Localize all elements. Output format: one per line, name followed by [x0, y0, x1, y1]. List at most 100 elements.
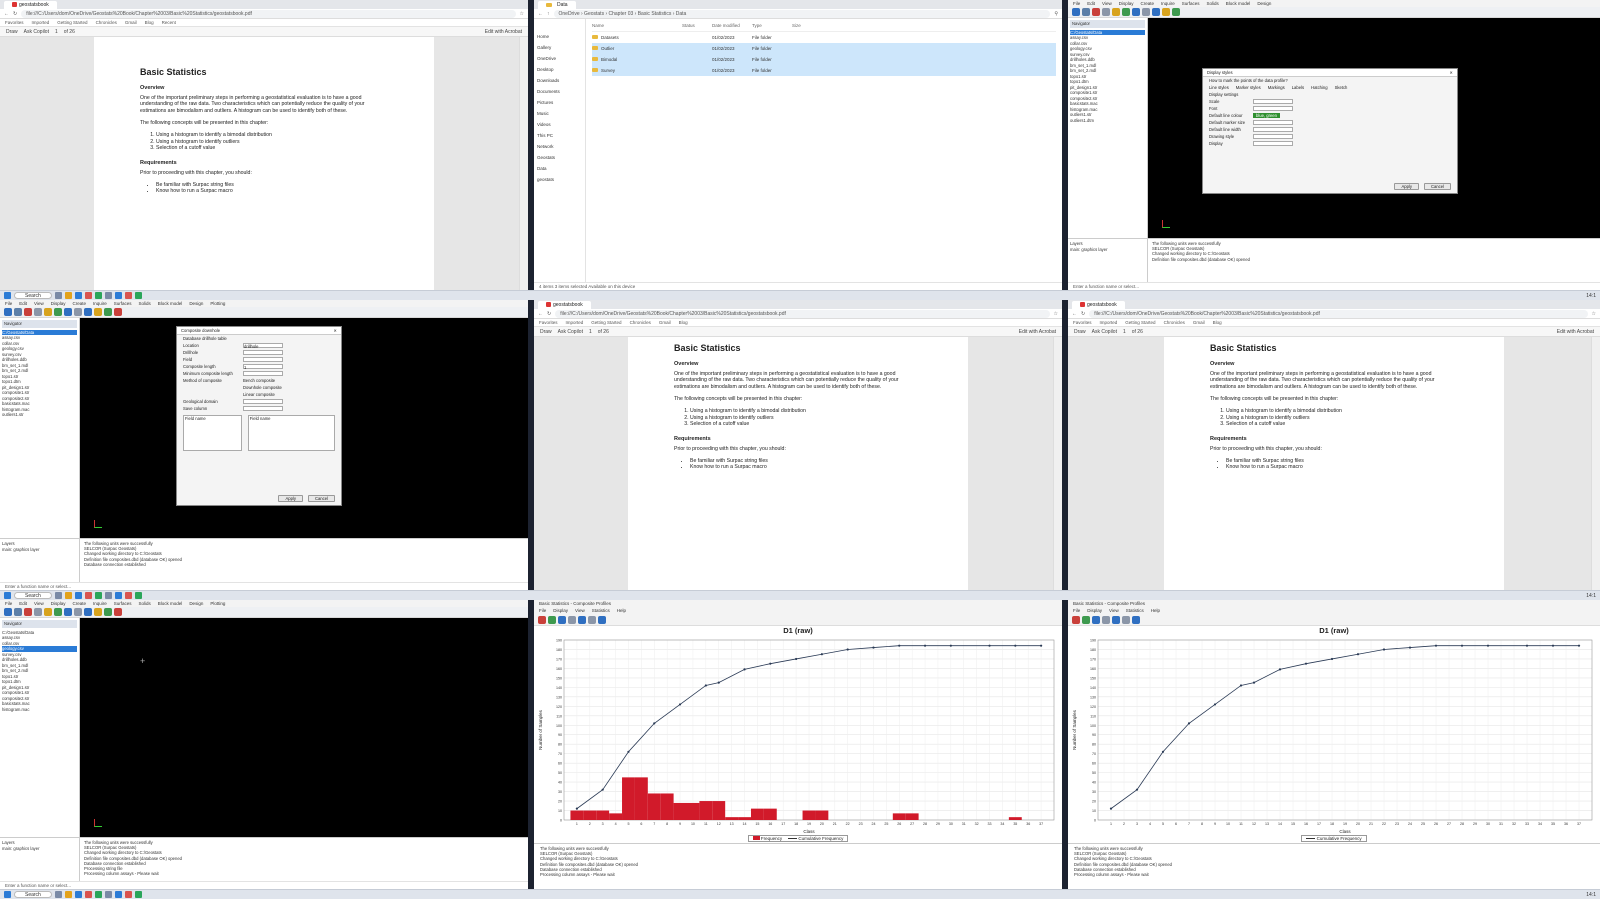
menu-item[interactable]: Plotting — [210, 601, 225, 606]
app-icon[interactable] — [134, 891, 142, 898]
menu-item[interactable]: View — [575, 608, 585, 613]
cumulative-plot-area[interactable]: 0 10 20 30 40 50 60 70 80 90 100 110 120 130 140 150 160… — [1068, 636, 1600, 834]
tree-item[interactable]: outliers1.str — [2, 412, 77, 418]
menu-item[interactable]: Display — [51, 601, 66, 606]
copilot-button[interactable]: Ask Copilot — [558, 329, 583, 335]
menu-item[interactable]: File — [1073, 1, 1080, 6]
favorite-item[interactable]: Recent — [162, 20, 176, 25]
excel-icon[interactable] — [94, 891, 102, 898]
folder-icon[interactable] — [64, 891, 72, 898]
close-icon[interactable] — [1092, 8, 1100, 16]
app-icon[interactable] — [54, 891, 62, 898]
nav-item[interactable]: Geostats — [537, 152, 582, 163]
draw-icon[interactable] — [94, 608, 102, 616]
nav-item[interactable]: geostats — [537, 174, 582, 185]
display-input[interactable] — [1253, 141, 1293, 146]
favorite-item[interactable]: Getting Started — [1125, 320, 1155, 325]
browser-icon[interactable] — [74, 592, 82, 599]
graphics-viewport[interactable]: Composite downhole ✕ Database drillhole t… — [80, 318, 528, 538]
favorite-item[interactable]: Favorites — [539, 320, 558, 325]
dialog-tab[interactable]: Labels — [1292, 85, 1304, 90]
chart-icon[interactable] — [1092, 616, 1100, 624]
app-icon[interactable] — [104, 592, 112, 599]
url-field[interactable]: file:///C:/Users/dom/OneDrive/Geostats%2… — [1089, 309, 1588, 318]
copilot-button[interactable]: Ask Copilot — [1092, 329, 1117, 335]
select-icon[interactable] — [44, 308, 52, 316]
file-row[interactable]: Datasets 01/02/2023 File folder — [592, 32, 1056, 43]
pan-icon[interactable] — [1142, 8, 1150, 16]
menu-item[interactable]: File — [539, 608, 546, 613]
menu-item[interactable]: Solids — [139, 301, 151, 306]
menu-item[interactable]: Design — [1257, 1, 1271, 6]
favorite-item[interactable]: Chronicles — [1164, 320, 1185, 325]
back-icon[interactable]: ← — [1072, 311, 1077, 317]
browser-sidebar[interactable] — [1053, 337, 1062, 590]
menu-item[interactable]: Create — [72, 301, 86, 306]
field-input[interactable] — [243, 357, 283, 362]
stop-icon[interactable] — [114, 608, 122, 616]
menu-item[interactable]: View — [34, 601, 44, 606]
go-icon[interactable] — [104, 308, 112, 316]
menu-item[interactable]: View — [34, 301, 44, 306]
pdf-icon[interactable] — [84, 891, 92, 898]
nav-item[interactable]: Gallery — [537, 42, 582, 53]
back-icon[interactable]: ← — [538, 11, 543, 17]
zoom-icon[interactable] — [64, 308, 72, 316]
pdf-icon[interactable] — [84, 292, 92, 299]
back-icon[interactable]: ← — [4, 11, 9, 17]
browser-icon[interactable] — [74, 891, 82, 898]
select-icon[interactable] — [44, 608, 52, 616]
stop-icon[interactable] — [538, 616, 546, 624]
favorite-item[interactable]: Imported — [32, 20, 50, 25]
print-icon[interactable] — [1112, 616, 1120, 624]
app-icon[interactable] — [104, 891, 112, 898]
scale-input[interactable] — [1253, 99, 1293, 104]
input-fields-table[interactable]: Field name — [183, 415, 242, 451]
start-icon[interactable] — [4, 592, 11, 599]
favorite-item[interactable]: Gmail — [1193, 320, 1205, 325]
menu-item[interactable]: Solids — [1207, 1, 1219, 6]
select-icon[interactable] — [1112, 8, 1120, 16]
app-icon[interactable] — [134, 292, 142, 299]
menu-item[interactable]: View — [1102, 1, 1112, 6]
go-icon[interactable] — [104, 608, 112, 616]
menu-item[interactable]: Create — [72, 601, 86, 606]
nav-item[interactable]: Data — [537, 163, 582, 174]
menu-item[interactable]: File — [5, 301, 12, 306]
search-icon[interactable]: ⚲ — [1054, 11, 1058, 17]
layer-icon[interactable] — [54, 308, 62, 316]
up-icon[interactable]: ↑ — [547, 11, 550, 17]
favorite-item[interactable]: Getting Started — [57, 20, 87, 25]
layer-icon[interactable] — [1122, 8, 1130, 16]
dialog-tab[interactable]: Hatching — [1311, 85, 1328, 90]
tree-item[interactable]: outliers1.dtm — [1070, 118, 1145, 124]
close-icon[interactable]: ✕ — [1449, 70, 1453, 75]
output-fields-table[interactable]: Field name — [247, 415, 335, 451]
menu-item[interactable]: Help — [617, 608, 626, 613]
dialog-tab[interactable]: Sketch — [1335, 85, 1348, 90]
open-icon[interactable] — [4, 608, 12, 616]
draw-icon[interactable] — [94, 308, 102, 316]
favorite-item[interactable]: Favorites — [1073, 320, 1092, 325]
nav-item[interactable]: Home — [537, 31, 582, 42]
browser-sidebar[interactable] — [1591, 337, 1600, 590]
favorite-item[interactable]: Blog — [145, 20, 154, 25]
taskbar-search[interactable]: Search — [14, 891, 52, 898]
min-length-input[interactable] — [243, 371, 283, 376]
tab-pdf[interactable]: geostatsbook — [538, 300, 591, 309]
go-icon[interactable] — [1172, 8, 1180, 16]
app-icon[interactable] — [114, 891, 122, 898]
rotate-icon[interactable] — [84, 308, 92, 316]
radio-option[interactable]: Downhole composite — [243, 385, 282, 390]
taskbar-search[interactable]: Search — [14, 592, 52, 599]
open-icon[interactable] — [4, 308, 12, 316]
line-colour-select[interactable]: blue, green — [1253, 113, 1280, 118]
graphics-viewport[interactable]: Display styles ✕ How to mark the points o… — [1148, 18, 1600, 238]
page-number[interactable]: 1 — [1123, 329, 1126, 335]
browser-sidebar[interactable] — [519, 37, 528, 290]
column-header[interactable]: Type — [752, 23, 792, 31]
grid-icon[interactable] — [34, 608, 42, 616]
edit-acrobat-button[interactable]: Edit with Acrobat — [1019, 329, 1056, 335]
apply-button[interactable]: Apply — [1394, 183, 1419, 190]
menu-item[interactable]: Edit — [19, 601, 27, 606]
